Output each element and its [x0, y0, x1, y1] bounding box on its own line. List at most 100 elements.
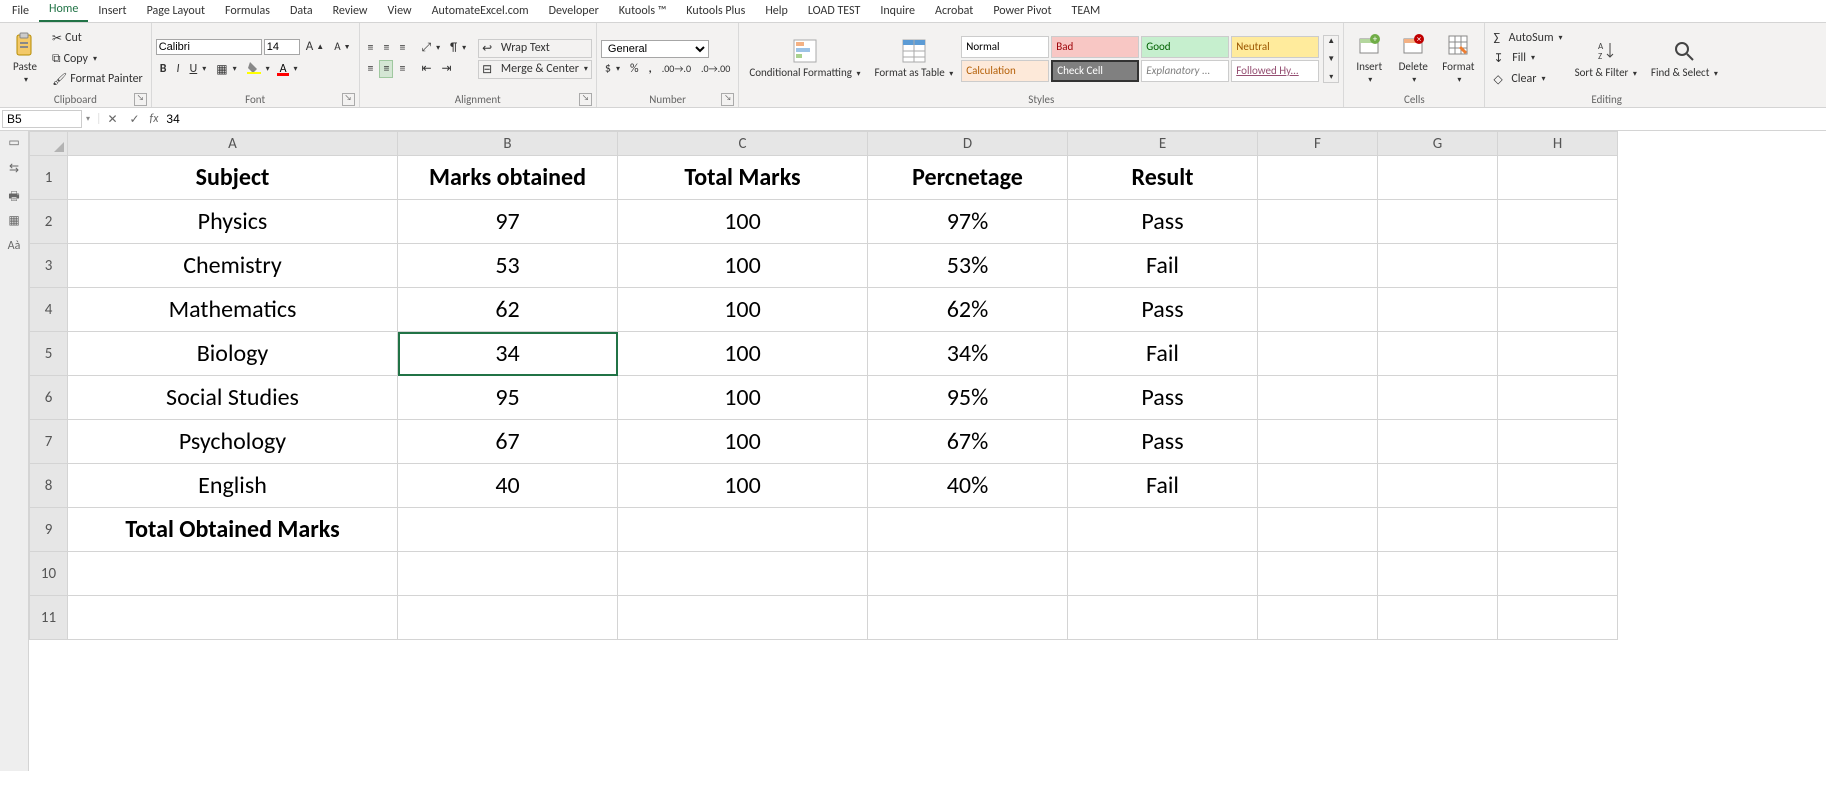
decrease-font-button[interactable]: A▼ [330, 38, 354, 55]
menu-tab-inquire[interactable]: Inquire [870, 1, 925, 22]
cell-C8[interactable]: 100 [618, 464, 868, 508]
increase-indent-button[interactable]: ⇥ [438, 59, 456, 78]
row-header-11[interactable]: 11 [30, 596, 68, 640]
menu-tab-review[interactable]: Review [323, 1, 378, 22]
worksheet[interactable]: ABCDEFGH1SubjectMarks obtainedTotal Mark… [29, 131, 1618, 771]
text-direction-button[interactable]: ¶▾ [446, 39, 470, 57]
style-explanatory-[interactable]: Explanatory ... [1141, 60, 1229, 82]
cell-B8[interactable]: 40 [398, 464, 618, 508]
cell-B6[interactable]: 95 [398, 376, 618, 420]
cell-C1[interactable]: Total Marks [618, 156, 868, 200]
cell-E4[interactable]: Pass [1068, 288, 1258, 332]
cell-A4[interactable]: Mathematics [68, 288, 398, 332]
font-color-button[interactable]: A▾ [276, 60, 302, 78]
cell-B7[interactable]: 67 [398, 420, 618, 464]
increase-font-button[interactable]: A▲ [302, 37, 328, 56]
format-painter-button[interactable]: 🖌Format Painter [48, 70, 147, 89]
row-header-7[interactable]: 7 [30, 420, 68, 464]
cell-G11[interactable] [1378, 596, 1498, 640]
col-header-E[interactable]: E [1068, 132, 1258, 156]
align-middle-button[interactable]: ≡ [379, 39, 393, 57]
cell-C10[interactable] [618, 552, 868, 596]
fill-color-button[interactable]: ▾ [243, 58, 274, 80]
cell-C9[interactable] [618, 508, 868, 552]
cell-H11[interactable] [1498, 596, 1618, 640]
cell-E5[interactable]: Fail [1068, 332, 1258, 376]
percent-format-button[interactable]: % [626, 60, 643, 78]
cell-B10[interactable] [398, 552, 618, 596]
wrap-text-button[interactable]: ↩ Wrap Text [478, 39, 592, 58]
clear-button[interactable]: ◇ Clear▾ [1489, 70, 1566, 89]
sort-filter-button[interactable]: AZ Sort & Filter ▾ [1569, 35, 1643, 82]
cell-F11[interactable] [1258, 596, 1378, 640]
cell-G6[interactable] [1378, 376, 1498, 420]
name-box[interactable] [2, 110, 82, 128]
menu-tab-file[interactable]: File [2, 1, 39, 22]
row-header-8[interactable]: 8 [30, 464, 68, 508]
side-icon-2[interactable]: ⇆ [6, 161, 22, 177]
italic-button[interactable]: I [172, 60, 183, 78]
col-header-C[interactable]: C [618, 132, 868, 156]
cell-H6[interactable] [1498, 376, 1618, 420]
font-name-input[interactable] [156, 39, 262, 55]
cell-F1[interactable] [1258, 156, 1378, 200]
style-calculation[interactable]: Calculation [961, 60, 1049, 82]
cell-E3[interactable]: Fail [1068, 244, 1258, 288]
cell-B5[interactable]: 34 [398, 332, 618, 376]
cell-A11[interactable] [68, 596, 398, 640]
number-format-select[interactable]: General [601, 40, 709, 58]
cell-C11[interactable] [618, 596, 868, 640]
menu-tab-acrobat[interactable]: Acrobat [925, 1, 983, 22]
cell-D9[interactable] [868, 508, 1068, 552]
cell-A8[interactable]: English [68, 464, 398, 508]
cell-H4[interactable] [1498, 288, 1618, 332]
cell-F3[interactable] [1258, 244, 1378, 288]
increase-decimal-button[interactable]: .00→.0 [658, 60, 695, 77]
col-header-D[interactable]: D [868, 132, 1068, 156]
cell-E9[interactable] [1068, 508, 1258, 552]
font-size-input[interactable] [264, 39, 300, 55]
cell-A6[interactable]: Social Studies [68, 376, 398, 420]
alignment-launcher[interactable]: ↘ [579, 93, 592, 106]
styles-scroll[interactable]: ▲▼▾ [1323, 35, 1339, 83]
cell-G1[interactable] [1378, 156, 1498, 200]
cell-G2[interactable] [1378, 200, 1498, 244]
col-header-G[interactable]: G [1378, 132, 1498, 156]
menu-tab-help[interactable]: Help [755, 1, 798, 22]
cancel-formula-button[interactable]: ✕ [102, 112, 124, 127]
insert-cells-button[interactable]: + Insert▾ [1348, 29, 1390, 88]
cell-G5[interactable] [1378, 332, 1498, 376]
paste-button[interactable]: Paste▾ [4, 29, 46, 88]
align-right-button[interactable]: ≡ [395, 60, 409, 78]
fill-button[interactable]: ↧ Fill▾ [1489, 49, 1566, 68]
col-header-H[interactable]: H [1498, 132, 1618, 156]
cell-C6[interactable]: 100 [618, 376, 868, 420]
align-center-button[interactable]: ≡ [379, 60, 393, 78]
menu-tab-load-test[interactable]: LOAD TEST [798, 1, 871, 22]
find-select-button[interactable]: Find & Select ▾ [1645, 35, 1724, 82]
row-header-3[interactable]: 3 [30, 244, 68, 288]
cell-E7[interactable]: Pass [1068, 420, 1258, 464]
merge-center-button[interactable]: ⊟ Merge & Center▾ [478, 60, 592, 79]
cell-H8[interactable] [1498, 464, 1618, 508]
cell-D2[interactable]: 97% [868, 200, 1068, 244]
cell-C7[interactable]: 100 [618, 420, 868, 464]
menu-tab-kutools-plus[interactable]: Kutools Plus [676, 1, 755, 22]
menu-tab-page-layout[interactable]: Page Layout [137, 1, 215, 22]
col-header-A[interactable]: A [68, 132, 398, 156]
cell-D3[interactable]: 53% [868, 244, 1068, 288]
cell-G4[interactable] [1378, 288, 1498, 332]
cell-E6[interactable]: Pass [1068, 376, 1258, 420]
cell-A5[interactable]: Biology [68, 332, 398, 376]
cell-F7[interactable] [1258, 420, 1378, 464]
cell-E1[interactable]: Result [1068, 156, 1258, 200]
cell-D1[interactable]: Percnetage [868, 156, 1068, 200]
cell-H1[interactable] [1498, 156, 1618, 200]
style-normal[interactable]: Normal [961, 36, 1049, 58]
border-button[interactable]: ▦▾ [212, 60, 240, 79]
format-cells-button[interactable]: Format▾ [1436, 29, 1480, 88]
cell-D11[interactable] [868, 596, 1068, 640]
cell-C5[interactable]: 100 [618, 332, 868, 376]
menu-tab-automateexcel-com[interactable]: AutomateExcel.com [422, 1, 539, 22]
cell-B11[interactable] [398, 596, 618, 640]
